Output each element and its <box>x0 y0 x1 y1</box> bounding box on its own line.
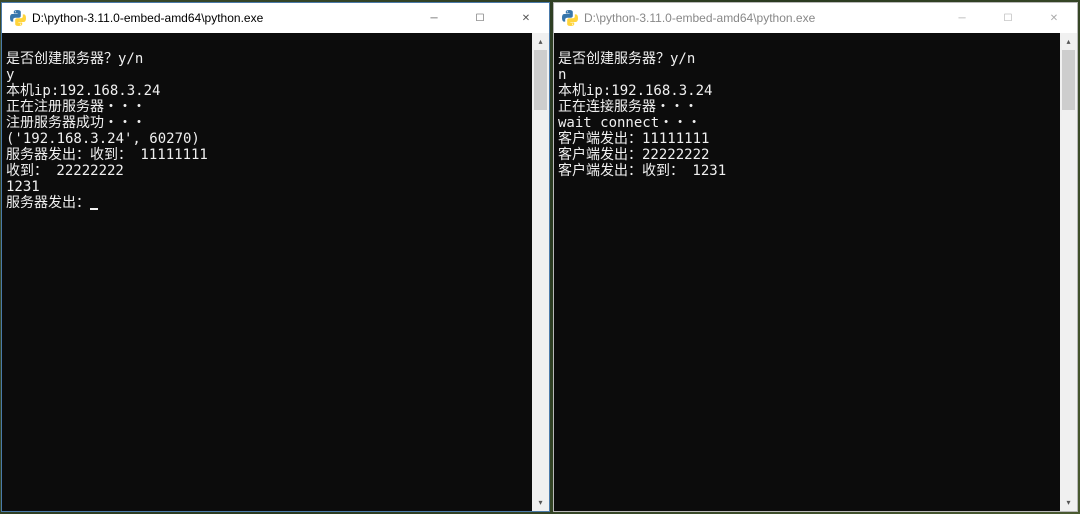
maximize-button[interactable]: ☐ <box>985 3 1031 33</box>
python-icon <box>10 10 26 26</box>
console-line: 本机ip:192.168.3.24 <box>558 83 712 99</box>
scroll-thumb[interactable] <box>1062 50 1075 110</box>
console-line: 服务器发出： <box>6 195 90 211</box>
console-line: 客户端发出：收到： 1231 <box>558 163 726 179</box>
scroll-track[interactable] <box>1060 50 1077 494</box>
minimize-button[interactable]: ─ <box>411 3 457 33</box>
vertical-scrollbar[interactable]: ▴ ▾ <box>1060 33 1077 511</box>
console-line: 服务器发出：收到： 11111111 <box>6 147 208 163</box>
console-line: 客户端发出：11111111 <box>558 131 709 147</box>
vertical-scrollbar[interactable]: ▴ ▾ <box>532 33 549 511</box>
console-line: 是否创建服务器？y/n <box>6 51 143 67</box>
console-line: 本机ip:192.168.3.24 <box>6 83 160 99</box>
console-line: n <box>558 67 566 83</box>
console-line: 正在连接服务器・・・ <box>558 99 698 115</box>
minimize-button[interactable]: ─ <box>939 3 985 33</box>
console-line: 1231 <box>6 179 40 195</box>
window-title: D:\python-3.11.0-embed-amd64\python.exe <box>584 11 939 25</box>
text-cursor <box>90 208 98 210</box>
console-line: y <box>6 67 14 83</box>
console-line: 收到： 22222222 <box>6 163 124 179</box>
console-output[interactable]: 是否创建服务器？y/n n 本机ip:192.168.3.24 正在连接服务器・… <box>554 33 1077 511</box>
close-button[interactable]: ✕ <box>1031 3 1077 33</box>
python-icon <box>562 10 578 26</box>
console-line: ('192.168.3.24', 60270) <box>6 131 200 147</box>
window-title: D:\python-3.11.0-embed-amd64\python.exe <box>32 11 411 25</box>
maximize-button[interactable]: ☐ <box>457 3 503 33</box>
scroll-up-icon[interactable]: ▴ <box>1060 33 1077 50</box>
scroll-down-icon[interactable]: ▾ <box>1060 494 1077 511</box>
desktop: D:\python-3.11.0-embed-amd64\python.exe … <box>0 0 1080 514</box>
close-button[interactable]: ✕ <box>503 3 549 33</box>
window-controls: ─ ☐ ✕ <box>411 3 549 33</box>
console-window-server: D:\python-3.11.0-embed-amd64\python.exe … <box>1 2 550 512</box>
scroll-down-icon[interactable]: ▾ <box>532 494 549 511</box>
console-line: 是否创建服务器？y/n <box>558 51 695 67</box>
console-output[interactable]: 是否创建服务器？y/n y 本机ip:192.168.3.24 正在注册服务器・… <box>2 33 549 511</box>
titlebar[interactable]: D:\python-3.11.0-embed-amd64\python.exe … <box>554 3 1077 33</box>
console-line: wait connect・・・ <box>558 115 701 131</box>
console-window-client: D:\python-3.11.0-embed-amd64\python.exe … <box>553 2 1078 512</box>
titlebar[interactable]: D:\python-3.11.0-embed-amd64\python.exe … <box>2 3 549 33</box>
scroll-thumb[interactable] <box>534 50 547 110</box>
console-line: 注册服务器成功・・・ <box>6 115 146 131</box>
window-controls: ─ ☐ ✕ <box>939 3 1077 33</box>
console-line: 客户端发出：22222222 <box>558 147 709 163</box>
scroll-up-icon[interactable]: ▴ <box>532 33 549 50</box>
scroll-track[interactable] <box>532 50 549 494</box>
console-line: 正在注册服务器・・・ <box>6 99 146 115</box>
